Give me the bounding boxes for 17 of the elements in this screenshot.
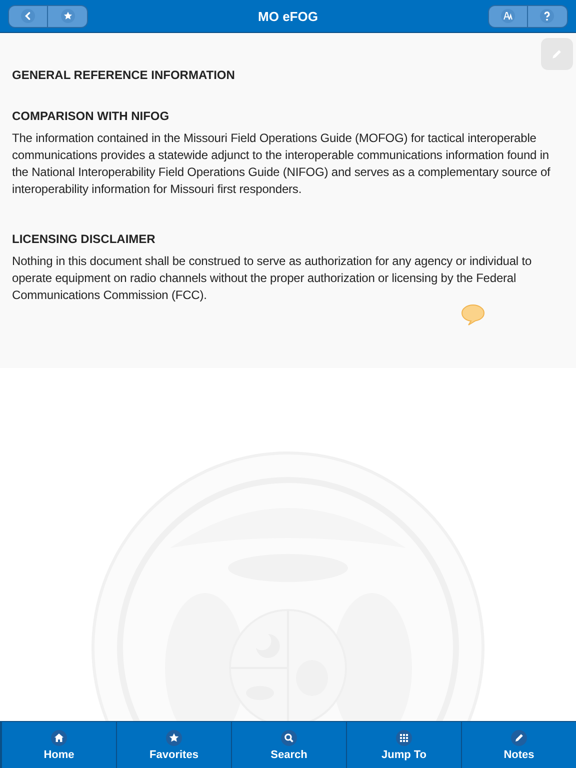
font-size-icon — [500, 9, 515, 23]
section-heading: LICENSING DISCLAIMER — [12, 232, 156, 247]
favorite-button[interactable] — [48, 6, 87, 26]
help-icon — [540, 9, 554, 23]
search-icon — [281, 730, 297, 746]
pencil-icon — [511, 730, 527, 746]
back-button[interactable] — [9, 6, 48, 26]
back-icon — [21, 9, 35, 23]
home-icon — [51, 730, 67, 746]
paragraph: The information contained in the Missouri Field Operations Guide (MOFOG) for tactical interoperable communications provides a statewide adjunct to the interoperable communications information found in the National Interoperability Field Operations Guide (NIFOG) and serves as a complementary source of interoperability information for Missouri first responders. — [12, 130, 552, 198]
font-size-button[interactable] — [488, 6, 528, 26]
section-heading: COMPARISON WITH NIFOG — [12, 109, 170, 124]
paragraph: Nothing in this document shall be construed to serve as authorization for any agency or individual to operate equipment on radio channels without the proper authorization or licensing by the Federal Communications Commission (FCC). — [12, 253, 533, 304]
grid-icon — [396, 730, 412, 746]
help-button[interactable] — [528, 6, 567, 26]
app-title: MO eFOG — [258, 8, 318, 24]
page-heading: GENERAL REFERENCE INFORMATION — [12, 68, 236, 83]
